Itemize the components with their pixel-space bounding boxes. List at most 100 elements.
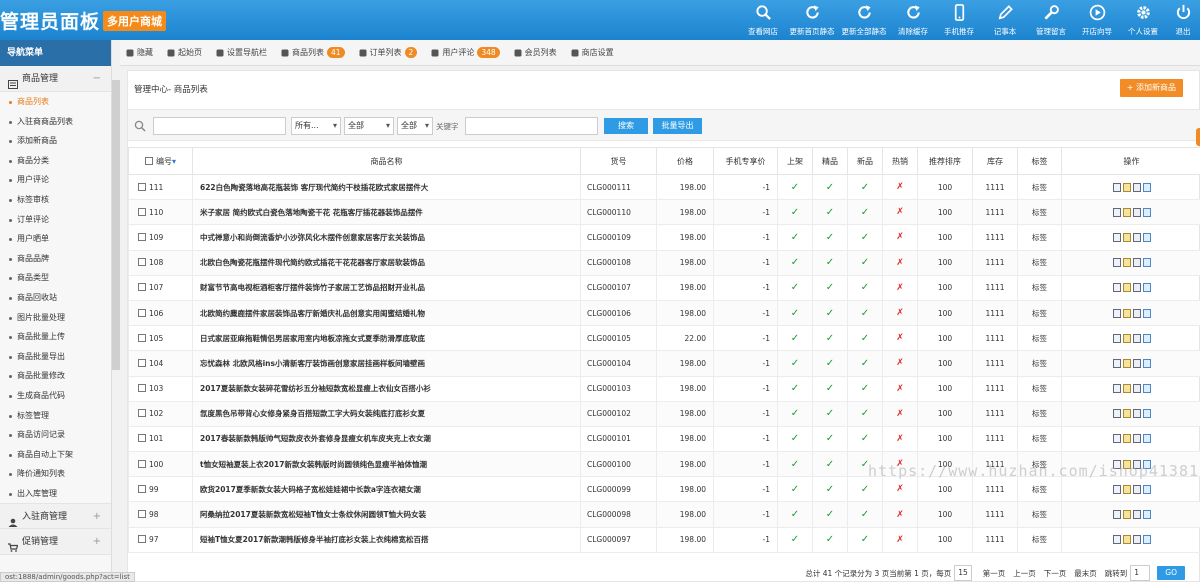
cell-name[interactable]: 财富节节高电视柜酒柜客厅摆件装饰竹子家居工艺饰品招财开业礼品 xyxy=(192,274,581,301)
sidebar-item[interactable]: 商品品牌 xyxy=(0,249,111,269)
cell-sale[interactable]: ✓ xyxy=(777,476,813,503)
view-icon[interactable] xyxy=(1112,283,1121,293)
cell-tag[interactable]: 标签 xyxy=(1017,299,1062,327)
cell-sale[interactable]: ✓ xyxy=(777,199,813,226)
cell-hot[interactable]: ✗ xyxy=(882,299,918,327)
edit-icon[interactable] xyxy=(1122,484,1131,494)
edit-icon[interactable] xyxy=(1122,207,1131,217)
cell-best[interactable]: ✓ xyxy=(812,476,848,503)
view-icon[interactable] xyxy=(1112,409,1121,419)
topnav-pencil-button[interactable]: 记事本 xyxy=(982,0,1028,40)
cell-hot[interactable]: ✗ xyxy=(882,325,918,352)
view-icon[interactable] xyxy=(1112,333,1121,343)
status-select[interactable]: 全部 xyxy=(397,117,433,135)
cell-best[interactable]: ✓ xyxy=(812,501,848,528)
delete-icon[interactable] xyxy=(1142,484,1151,494)
edit-icon[interactable] xyxy=(1122,535,1131,545)
cell-tag[interactable]: 标签 xyxy=(1017,199,1062,226)
cell-best[interactable]: ✓ xyxy=(812,375,848,402)
sidebar-item[interactable]: 商品批量导出 xyxy=(0,347,111,367)
next-page-link[interactable]: 下一页 xyxy=(1044,568,1067,579)
sidebar-item[interactable]: 降价通知列表 xyxy=(0,464,111,484)
copy-icon[interactable] xyxy=(1132,232,1141,242)
cell-new[interactable]: ✓ xyxy=(847,425,883,453)
keyword-input[interactable] xyxy=(465,117,598,135)
sidebar-item[interactable]: 标签管理 xyxy=(0,406,111,426)
row-checkbox[interactable] xyxy=(138,510,146,519)
cell-best[interactable]: ✓ xyxy=(812,526,848,553)
sort-icon[interactable]: ▾ xyxy=(172,157,176,166)
cell-new[interactable]: ✓ xyxy=(847,224,883,251)
cell-tag[interactable]: 标签 xyxy=(1017,375,1062,402)
row-checkbox[interactable] xyxy=(138,434,146,443)
edit-icon[interactable] xyxy=(1122,384,1131,394)
row-checkbox[interactable] xyxy=(138,232,146,241)
cell-best[interactable]: ✓ xyxy=(812,274,848,301)
topnav-power-button[interactable]: 退出 xyxy=(1166,0,1200,40)
select-all-checkbox[interactable] xyxy=(144,156,153,165)
copy-icon[interactable] xyxy=(1132,308,1141,318)
row-checkbox[interactable] xyxy=(138,409,146,418)
last-page-link[interactable]: 最末页 xyxy=(1074,568,1097,579)
sidebar-item[interactable]: 商品类型 xyxy=(0,268,111,288)
row-checkbox[interactable] xyxy=(138,484,146,493)
tab-7[interactable]: 商店设置 xyxy=(571,47,614,58)
topnav-play-button[interactable]: 开店向导 xyxy=(1074,0,1120,40)
sidebar-item[interactable]: 商品批量上传 xyxy=(0,327,111,347)
cell-hot[interactable]: ✗ xyxy=(882,400,918,427)
tab-3[interactable]: 商品列表 41 xyxy=(281,47,345,58)
cell-name[interactable]: t恤女短袖夏装上衣2017新款女装韩版时尚圆领纯色显瘦半袖体恤潮 xyxy=(192,451,581,478)
brand-select[interactable]: 全部 xyxy=(344,117,394,135)
sidebar-item[interactable]: 商品批量修改 xyxy=(0,366,111,386)
cell-hot[interactable]: ✗ xyxy=(882,350,918,377)
view-icon[interactable] xyxy=(1112,258,1121,268)
cell-best[interactable]: ✓ xyxy=(812,173,848,201)
copy-icon[interactable] xyxy=(1132,258,1141,268)
cell-tag[interactable]: 标签 xyxy=(1017,451,1062,478)
expand-toggle[interactable]: + xyxy=(93,529,101,555)
tab-1[interactable]: 起始页 xyxy=(167,47,202,58)
tab-5[interactable]: 用户评论 348 xyxy=(431,47,500,58)
view-icon[interactable] xyxy=(1112,484,1121,494)
edit-icon[interactable] xyxy=(1122,283,1131,293)
cell-sale[interactable]: ✓ xyxy=(777,325,813,352)
view-icon[interactable] xyxy=(1112,308,1121,318)
view-icon[interactable] xyxy=(1112,358,1121,368)
copy-icon[interactable] xyxy=(1132,459,1141,469)
delete-icon[interactable] xyxy=(1142,283,1151,293)
cell-hot[interactable]: ✗ xyxy=(882,249,918,276)
cell-tag[interactable]: 标签 xyxy=(1017,274,1062,301)
cell-name[interactable]: 忘忧森林 北欧风格ins小清新客厅装饰画创意家居挂画样板间墙壁画 xyxy=(192,350,581,377)
row-checkbox[interactable] xyxy=(138,358,146,367)
sidebar-item[interactable]: 用户晒单 xyxy=(0,229,111,249)
cell-new[interactable]: ✓ xyxy=(847,501,883,528)
cell-sale[interactable]: ✓ xyxy=(777,526,813,553)
cell-best[interactable]: ✓ xyxy=(812,249,848,276)
sidebar-item[interactable]: 订单评论 xyxy=(0,210,111,230)
copy-icon[interactable] xyxy=(1132,484,1141,494)
expand-toggle[interactable]: + xyxy=(93,504,101,530)
topnav-refresh-button[interactable]: 更新首页静态 xyxy=(786,0,838,40)
row-checkbox[interactable] xyxy=(138,182,146,191)
topnav-phone-button[interactable]: 手机推存 xyxy=(936,0,982,40)
sidebar-item[interactable]: 商品访问记录 xyxy=(0,425,111,445)
row-checkbox[interactable] xyxy=(138,283,146,292)
cell-sale[interactable]: ✓ xyxy=(777,350,813,377)
cell-sale[interactable]: ✓ xyxy=(777,451,813,478)
cell-best[interactable]: ✓ xyxy=(812,400,848,427)
cell-hot[interactable]: ✗ xyxy=(882,375,918,402)
cell-tag[interactable]: 标签 xyxy=(1017,476,1062,503)
cell-hot[interactable]: ✗ xyxy=(882,451,918,478)
cell-tag[interactable]: 标签 xyxy=(1017,501,1062,528)
cell-sale[interactable]: ✓ xyxy=(777,249,813,276)
cell-new[interactable]: ✓ xyxy=(847,451,883,478)
edit-icon[interactable] xyxy=(1122,409,1131,419)
cell-tag[interactable]: 标签 xyxy=(1017,400,1062,427)
tab-2[interactable]: 设置导航栏 xyxy=(216,47,267,58)
view-icon[interactable] xyxy=(1112,384,1121,394)
jump-page-input[interactable]: 1 xyxy=(1130,565,1151,581)
cell-hot[interactable]: ✗ xyxy=(882,274,918,301)
cell-sale[interactable]: ✓ xyxy=(777,425,813,453)
cell-new[interactable]: ✓ xyxy=(847,375,883,402)
delete-icon[interactable] xyxy=(1142,333,1151,343)
